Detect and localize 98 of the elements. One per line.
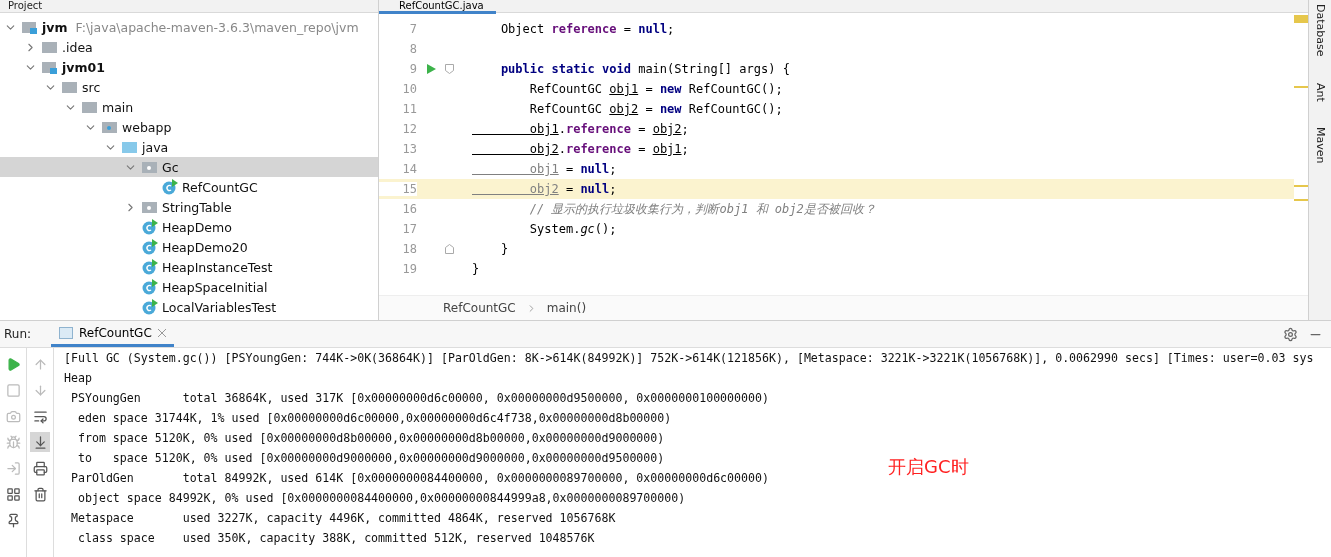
tree-item-label: LocalVariablesTest <box>162 299 277 315</box>
bug-icon <box>5 434 21 450</box>
tool-window-tab[interactable]: Maven <box>1313 127 1327 164</box>
login-icon <box>5 460 21 476</box>
class-run-icon <box>142 259 158 275</box>
console-line: from space 5120K, 0% used [0x00000000d8b00000,0x00000000d8b00000,0x00000000d9000000) <box>76 430 665 447</box>
tree-row[interactable]: StringTable <box>0 197 378 217</box>
fold-icon[interactable] <box>445 64 454 74</box>
folder-icon <box>82 100 98 114</box>
code-line: public static void main(String[] args) { <box>499 62 790 76</box>
code-line: Object reference = null; <box>499 22 675 36</box>
pin-icon <box>5 512 21 528</box>
tree-item-label: Gc <box>162 159 179 175</box>
console-line: class space used 350K, capacity 388K, committed 512K, reserved 1048576K <box>76 530 595 547</box>
folder-icon <box>122 140 138 154</box>
settings-icon[interactable] <box>1283 326 1298 342</box>
tree-item-label: main <box>102 99 134 115</box>
module-folder-icon <box>22 20 38 34</box>
web-folder-icon <box>102 120 118 134</box>
tree-item-label: jvm01 <box>62 59 105 75</box>
soft-wrap-icon <box>32 408 48 424</box>
tree-row[interactable]: jvm01 <box>0 57 378 77</box>
path-hint: F:\java\apache-maven-3.6.3\maven_repo\jvm <box>75 19 359 35</box>
class-run-icon <box>142 299 158 315</box>
layout-icon <box>5 486 21 502</box>
breadcrumb[interactable]: RefCountGC <box>443 301 516 315</box>
code-line: obj1.reference = obj2; <box>528 122 689 136</box>
tool-window-tab[interactable]: Database <box>1313 4 1327 57</box>
tree-row[interactable]: RefCountGC <box>0 177 378 197</box>
code-line: RefCountGC obj2 = new RefCountGC(); <box>528 102 783 116</box>
folder-icon <box>62 80 78 94</box>
console-line: [Full GC (System.gc()) [PSYoungGen: 744K->0K(36864K)] [ParOldGen: 8K->614K(84992K)] 752K->614K(121856K), [Metaspace: 3221K->3221K(1056768K)], 0.0062990 secs] [Times: user=0.03 sys <box>64 350 1314 367</box>
class-run-icon <box>142 219 158 235</box>
tree-row[interactable]: .idea <box>0 37 378 57</box>
tree-item-label: java <box>142 139 169 155</box>
console-line: to space 5120K, 0% used [0x00000000d9000000,0x00000000d9000000,0x00000000d9500000) <box>76 450 665 467</box>
class-run-icon <box>142 239 158 255</box>
tree-row[interactable]: LocalVariablesTest <box>0 297 378 317</box>
class-run-icon <box>142 279 158 295</box>
code-line: // 显示的执行垃圾收集行为，判断obj1 和 obj2是否被回收？ <box>528 200 876 218</box>
fold-icon[interactable] <box>445 244 454 254</box>
tree-row[interactable]: HeapSpaceInitial <box>0 277 378 297</box>
tree-row[interactable]: HeapDemo20 <box>0 237 378 257</box>
code-line: } <box>472 262 480 276</box>
tree-item-label: HeapInstanceTest <box>162 259 273 275</box>
line-number: 15 <box>379 182 417 196</box>
console-line: PSYoungGen total 36864K, used 317K [0x00000000d6c00000, 0x00000000d9500000, 0x0000000100000000) <box>69 390 769 407</box>
code-line: System.gc(); <box>528 222 617 236</box>
tree-row[interactable]: HeapInstanceTest <box>0 257 378 277</box>
tree-row[interactable]: src <box>0 77 378 97</box>
run-tab[interactable]: RefCountGC <box>51 321 174 347</box>
package-icon <box>142 200 158 214</box>
class-run-icon <box>162 179 178 195</box>
tree-item-label: .idea <box>62 39 93 55</box>
tree-item-label: jvm <box>42 19 68 35</box>
run-icon <box>5 356 21 372</box>
console-line: eden space 31744K, 1% used [0x00000000d6c00000,0x00000000d6c4f738,0x00000000d8b00000) <box>76 410 672 427</box>
stripe-marker[interactable] <box>1294 199 1308 201</box>
stripe-marker[interactable] <box>1294 86 1308 88</box>
tree-row[interactable]: HeapDemo <box>0 217 378 237</box>
stripe-marker[interactable] <box>1294 185 1308 187</box>
module-folder-icon <box>42 60 58 74</box>
print-icon <box>32 460 48 476</box>
tree-row[interactable]: jvm F:\java\apache-maven-3.6.3\maven_repo\jvm <box>0 17 378 37</box>
editor-tab[interactable]: RefCountGC.java <box>379 0 496 14</box>
tree-item-label: src <box>82 79 101 95</box>
console-line: Metaspace used 3227K, capacity 4496K, committed 4864K, reserved 1056768K <box>69 510 616 527</box>
console-line: object space 84992K, 0% used [0x0000000084400000,0x00000000844999a8,0x0000000089700000) <box>76 490 686 507</box>
camera-icon <box>5 408 21 424</box>
code-line: } <box>499 242 509 256</box>
tree-item-label: HeapSpaceInitial <box>162 279 268 295</box>
tree-row[interactable]: webapp <box>0 117 378 137</box>
tree-item-label: StringTable <box>162 199 232 215</box>
close-icon[interactable] <box>157 328 166 337</box>
breadcrumb[interactable]: main() <box>546 301 587 315</box>
code-line: RefCountGC obj1 = new RefCountGC(); <box>528 82 783 96</box>
panel-title[interactable]: Project <box>8 0 43 12</box>
tree-item-label: webapp <box>122 119 172 135</box>
tree-row[interactable]: java <box>0 137 378 157</box>
package-icon <box>142 160 158 174</box>
annotation-text: 开启GC时 <box>888 455 969 479</box>
trash-icon <box>32 486 48 502</box>
console-line: ParOldGen total 84992K, used 614K [0x0000000084400000, 0x0000000089700000, 0x00000000d6c00000) <box>69 470 769 487</box>
panel-label: Run: <box>4 327 32 341</box>
folder-icon <box>42 40 58 54</box>
stop-icon <box>5 382 21 398</box>
warning-stripe-marker[interactable] <box>1294 15 1308 23</box>
scroll-to-end-button[interactable] <box>30 432 50 452</box>
tree-row[interactable]: main <box>0 97 378 117</box>
tool-window-tab[interactable]: Ant <box>1313 82 1327 102</box>
run-icon[interactable] <box>427 64 436 74</box>
tree-item-label: HeapDemo20 <box>162 239 248 255</box>
console-line: Heap <box>64 370 92 387</box>
tree-row[interactable]: Gc <box>0 157 378 177</box>
console-icon <box>59 326 74 339</box>
tree-item-label: RefCountGC <box>182 179 258 195</box>
tree-item-label: HeapDemo <box>162 219 232 235</box>
down-arrow-icon <box>32 382 48 398</box>
